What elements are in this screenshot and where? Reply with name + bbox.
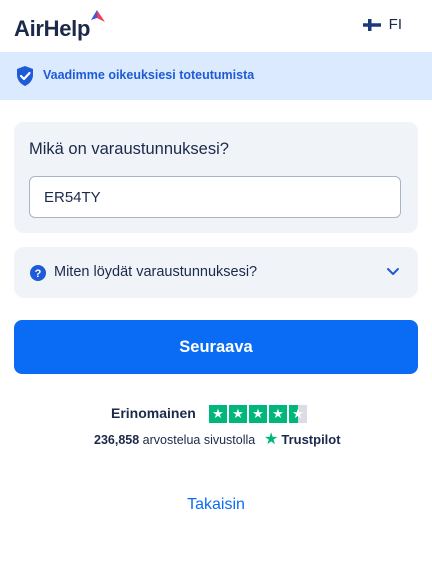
faq-question: Miten löydät varaustunnuksesi? [54, 264, 258, 280]
trustpilot-rating-label: Erinomainen [111, 405, 196, 421]
review-text: arvostelua sivustolla [142, 433, 256, 447]
logo-mark-icon [91, 10, 105, 22]
booking-reference-input[interactable] [29, 176, 401, 218]
trustpilot-reviews: 236,858 arvostelua sivustolla [94, 433, 255, 447]
star-icon: ★ [249, 405, 267, 423]
svg-text:?: ? [35, 268, 42, 280]
star-icon: ★ [229, 405, 247, 423]
banner-text: Vaadimme oikeuksiesi toteutumista [43, 68, 255, 82]
header: AirHelp FI [0, 0, 432, 52]
back-link[interactable]: Takaisin [0, 496, 432, 514]
airhelp-logo[interactable]: AirHelp [14, 16, 90, 42]
star-icon: ★ [269, 405, 287, 423]
shield-check-icon [17, 66, 33, 86]
chevron-down-icon [387, 268, 399, 275]
help-icon: ? [30, 265, 46, 281]
booking-reference-question: Mikä on varaustunnuksesi? [29, 140, 229, 158]
faq-accordion[interactable]: ? Miten löydät varaustunnuksesi? [14, 247, 418, 298]
trustpilot-stars: ★ ★ ★ ★ ★ [209, 405, 307, 423]
language-code: FI [388, 16, 402, 33]
trustpilot-star-icon: ★ [264, 430, 279, 448]
finland-flag-icon [362, 18, 381, 31]
trust-banner: Vaadimme oikeuksiesi toteutumista [0, 52, 432, 100]
trustpilot-brand[interactable]: ★ Trustpilot [264, 430, 341, 448]
half-star-icon: ★ [289, 405, 307, 423]
next-button[interactable]: Seuraava [14, 320, 418, 374]
trustpilot-brand-name: Trustpilot [281, 432, 341, 447]
language-selector[interactable]: FI [362, 16, 402, 33]
review-count: 236,858 [94, 433, 140, 447]
booking-reference-card: Mikä on varaustunnuksesi? [14, 122, 418, 233]
star-icon: ★ [209, 405, 227, 423]
